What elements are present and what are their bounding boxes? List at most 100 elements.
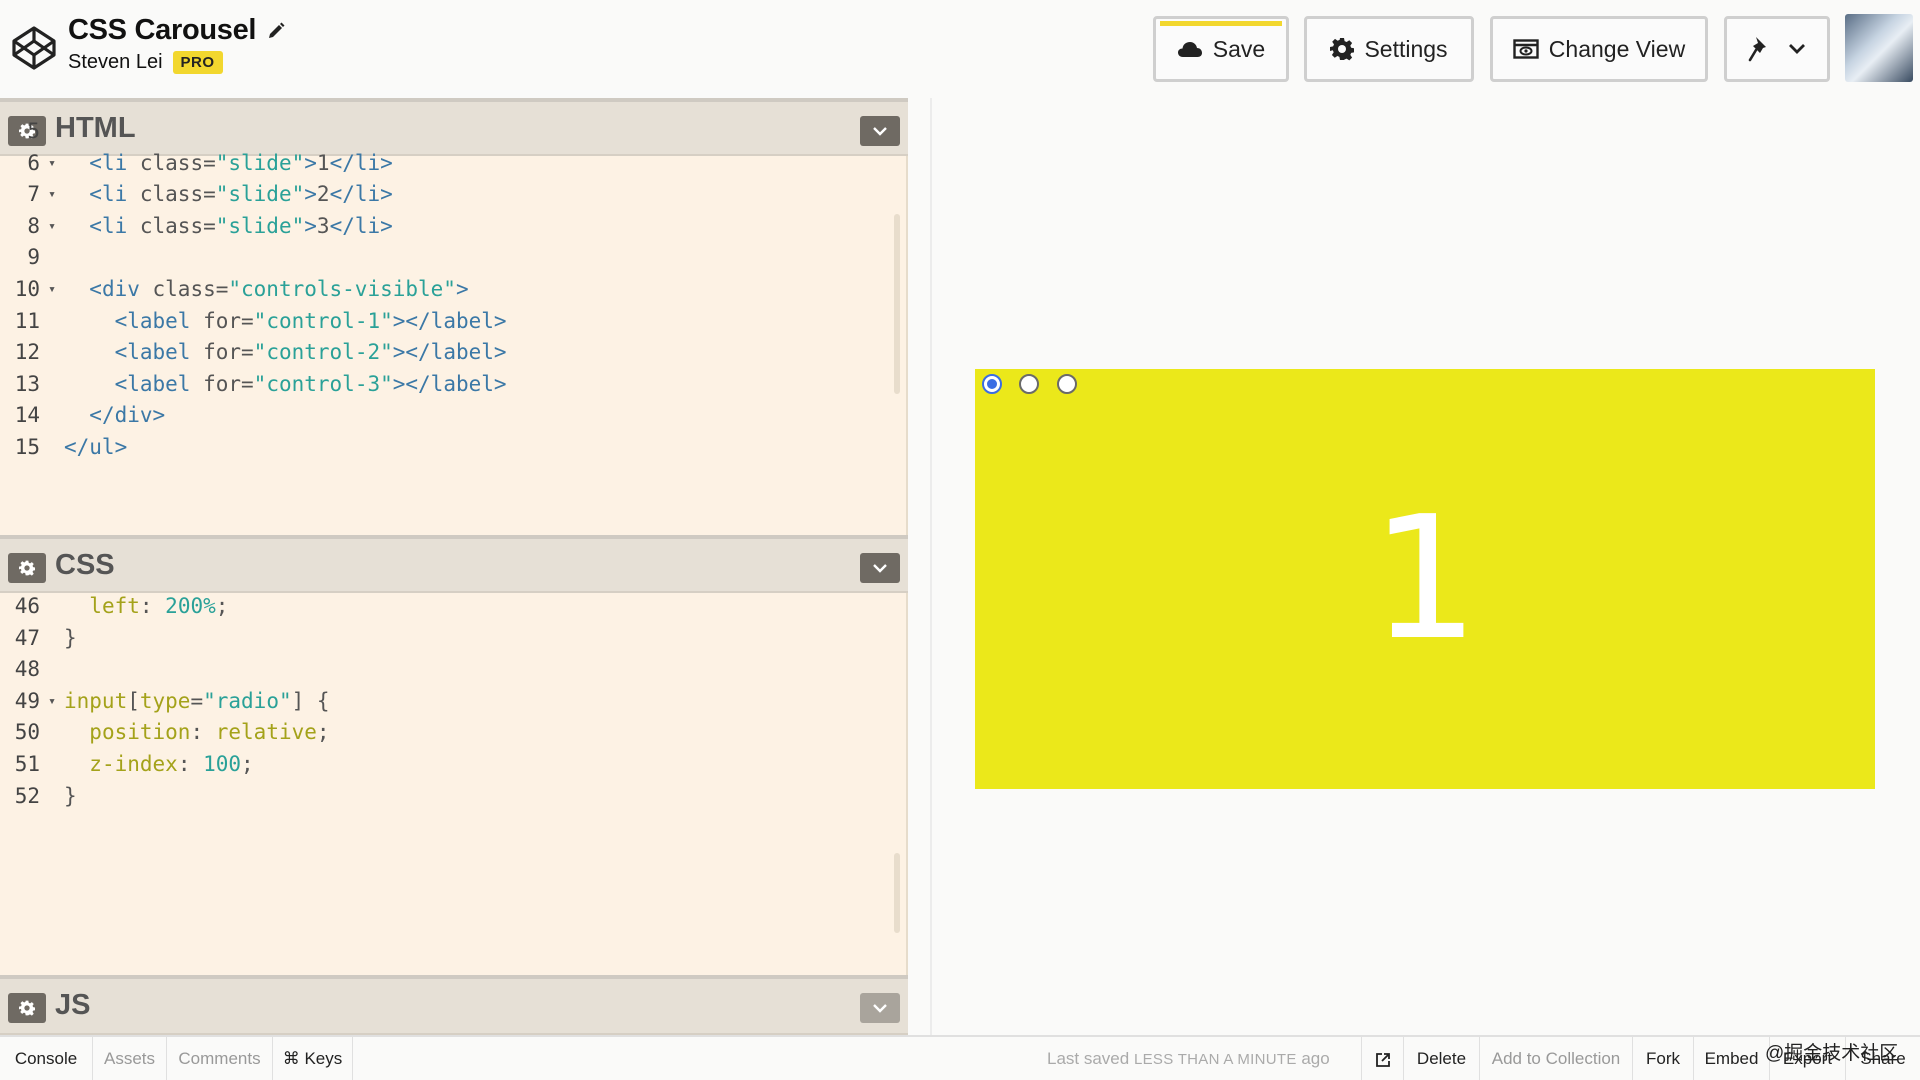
embed-button[interactable]: Embed	[1694, 1037, 1770, 1080]
code-token: for=	[203, 340, 254, 365]
code-line[interactable]: 12 <label for="control-2"></label>	[0, 337, 906, 369]
code-line[interactable]: 11 <label for="control-1"></label>	[0, 306, 906, 338]
line-number: 8	[27, 213, 40, 238]
code-token: "slide"	[215, 213, 305, 238]
css-settings-button[interactable]	[8, 553, 46, 583]
code-token: :	[139, 594, 166, 618]
last-saved-status: Last saved LESS THAN A MINUTE ago	[1047, 1037, 1330, 1080]
fork-button[interactable]: Fork	[1633, 1037, 1694, 1080]
comments-button[interactable]: Comments	[167, 1037, 273, 1080]
fold-arrow-icon[interactable]: ▾	[40, 179, 64, 211]
watermark-text: @掘金技术社区	[1765, 1043, 1899, 1064]
css-collapse-button[interactable]	[860, 553, 900, 583]
code-token: </div>	[89, 403, 166, 428]
open-external-button[interactable]	[1361, 1037, 1403, 1080]
change-view-button-label: Change View	[1548, 35, 1686, 62]
line-number: 6	[27, 150, 40, 175]
code-line[interactable]: 15 </ul>	[0, 432, 906, 464]
assets-button[interactable]: Assets	[93, 1037, 167, 1080]
gear-icon	[19, 1000, 35, 1016]
change-view-button[interactable]: Change View	[1490, 16, 1708, 82]
code-token: "radio"	[203, 688, 292, 713]
code-token: </ul>	[64, 434, 128, 459]
code-line[interactable]: 7 ▾ <li class="slide">2</li>	[0, 179, 906, 211]
code-line[interactable]: 47}	[0, 623, 906, 655]
code-token: left	[89, 594, 140, 618]
code-token: "control-2"	[253, 340, 393, 365]
chevron-down-icon	[873, 564, 887, 573]
code-line[interactable]: 5	[0, 116, 906, 148]
code-line[interactable]: 10 ▾ <div class="controls-visible">	[0, 274, 906, 306]
code-line[interactable]: 51 z-index: 100;	[0, 749, 906, 781]
fold-arrow-icon[interactable]: ▾	[40, 686, 64, 718]
keys-button[interactable]: ⌘ Keys	[273, 1037, 353, 1080]
codepen-logo-icon[interactable]	[10, 24, 58, 72]
fold-arrow-icon[interactable]: ▾	[40, 211, 64, 243]
js-settings-button[interactable]	[8, 993, 46, 1023]
code-line[interactable]: 9	[0, 242, 906, 274]
code-token: 3	[316, 213, 330, 238]
header: CSS Carousel Steven Lei PRO Save Setting…	[0, 0, 1920, 98]
pen-title[interactable]: CSS Carousel	[68, 14, 286, 47]
code-token: input	[64, 688, 128, 713]
code-token: "controls-visible"	[228, 276, 456, 301]
code-line[interactable]: 8 ▾ <li class="slide">3</li>	[0, 211, 906, 243]
code-token: </li>	[329, 182, 393, 207]
radio-control-1[interactable]	[982, 374, 1002, 394]
gear-icon	[1330, 38, 1355, 61]
save-button[interactable]: Save	[1153, 16, 1289, 82]
editor-column: HTML 5 6 ▾ <li class="slide">1</li> 7 ▾ <li …	[0, 98, 908, 1035]
js-panel-title: JS	[55, 989, 91, 1021]
code-token: for=	[203, 308, 254, 333]
code-token: }	[64, 625, 77, 650]
pin-menu-button[interactable]	[1724, 16, 1830, 82]
pencil-icon[interactable]	[266, 21, 286, 41]
code-line[interactable]: 50 position: relative;	[0, 717, 906, 749]
code-token: class=	[139, 213, 216, 238]
code-token: 2	[316, 182, 330, 207]
css-scrollbar[interactable]	[894, 853, 900, 933]
html-scrollbar[interactable]	[894, 214, 900, 394]
author-name[interactable]: Steven Lei	[68, 51, 163, 74]
console-button[interactable]: Console	[0, 1037, 93, 1080]
html-code-editor[interactable]: 5 6 ▾ <li class="slide">1</li> 7 ▾ <li class…	[0, 116, 906, 496]
delete-button[interactable]: Delete	[1403, 1037, 1480, 1080]
js-collapse-button[interactable]	[860, 993, 900, 1023]
pen-title-text[interactable]: CSS Carousel	[68, 14, 256, 47]
code-line[interactable]: 46 left: 200%;	[0, 591, 906, 623]
code-token: >	[304, 150, 317, 175]
fold-arrow-icon[interactable]: ▾	[40, 148, 64, 180]
fold-arrow-icon[interactable]: ▾	[40, 274, 64, 306]
code-line[interactable]: 13 <label for="control-3"></label>	[0, 369, 906, 401]
code-token: [	[127, 688, 140, 713]
code-token: :	[190, 720, 216, 745]
line-number: 47	[14, 625, 40, 650]
settings-button[interactable]: Settings	[1304, 16, 1474, 82]
add-to-collection-button[interactable]: Add to Collection	[1480, 1037, 1633, 1080]
gear-icon	[19, 560, 35, 576]
cloud-icon	[1177, 42, 1202, 57]
settings-button-label: Settings	[1364, 35, 1448, 62]
carousel-slide: 1	[975, 369, 1875, 789]
code-token: <li	[89, 213, 140, 238]
code-line[interactable]: 49 ▾ input[type="radio"] {	[0, 686, 906, 718]
code-line[interactable]: 14 </div>	[0, 400, 906, 432]
radio-control-3[interactable]	[1057, 374, 1077, 394]
line-number: 49	[14, 688, 40, 713]
window-view-icon	[1513, 39, 1539, 59]
code-line[interactable]: 52}	[0, 781, 906, 813]
code-token: position	[89, 720, 191, 745]
user-avatar[interactable]	[1845, 14, 1913, 82]
code-line[interactable]: 6 ▾ <li class="slide">1</li>	[0, 148, 906, 180]
css-panel-header: CSS	[0, 535, 908, 593]
css-code-editor[interactable]: 46 left: 200%; 47} 48 49 ▾ input[type="radio"…	[0, 591, 906, 951]
radio-control-2[interactable]	[1019, 374, 1039, 394]
code-line[interactable]: 48	[0, 654, 906, 686]
